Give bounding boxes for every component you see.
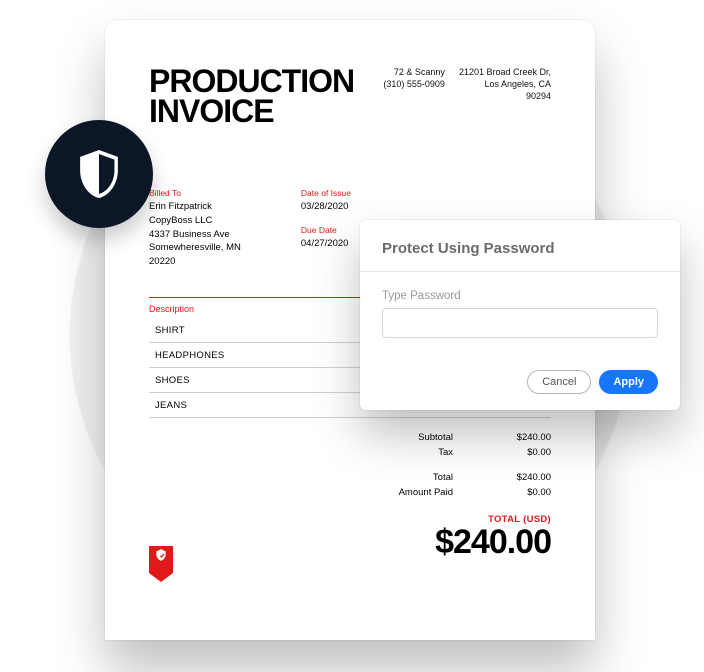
item-name: HEADPHONES [149, 350, 331, 361]
billed-to: Billed To Erin Fitzpatrick CopyBoss LLC … [149, 187, 241, 269]
total-value: $240.00 [471, 472, 551, 483]
cancel-button[interactable]: Cancel [527, 370, 591, 394]
amount-paid-value: $0.00 [471, 487, 551, 498]
item-name: SHIRT [149, 325, 331, 336]
due-date-label: Due Date [301, 224, 351, 236]
billed-name: Erin Fitzpatrick [149, 200, 241, 214]
protect-password-dialog: Protect Using Password Type Password Can… [360, 220, 680, 410]
invoice-title-line2: INVOICE [149, 96, 354, 126]
date-of-issue-value: 03/28/2020 [301, 200, 351, 214]
dialog-divider [360, 271, 680, 272]
billed-company: CopyBoss LLC [149, 214, 241, 228]
shield-icon [45, 120, 153, 228]
subtotal-label: Subtotal [351, 432, 471, 443]
billed-city: Somewheresville, MN [149, 241, 241, 255]
total-label: Total [351, 472, 471, 483]
item-name: SHOES [149, 375, 331, 386]
billed-street: 4337 Business Ave [149, 228, 241, 242]
amount-paid-label: Amount Paid [351, 487, 471, 498]
vendor-address: 72 & Scanny (310) 555-0909 21201 Broad C… [383, 66, 551, 102]
tax-label: Tax [351, 447, 471, 458]
totals: Subtotal $240.00 Tax $0.00 Total $240.00… [149, 430, 551, 500]
invoice-title-line1: PRODUCTION [149, 66, 354, 96]
subtotal-value: $240.00 [471, 432, 551, 443]
vendor-city: Los Angeles, CA [484, 78, 551, 90]
password-field-label: Type Password [382, 290, 658, 302]
billed-zip: 20220 [149, 255, 241, 269]
invoice-title: PRODUCTION INVOICE [149, 66, 354, 127]
apply-button[interactable]: Apply [599, 370, 658, 394]
password-input[interactable] [382, 308, 658, 338]
vendor-name: 72 & Scanny [394, 66, 445, 78]
vendor-street: 21201 Broad Creek Dr, [459, 66, 551, 78]
pdf-badge-icon [149, 546, 173, 582]
date-of-issue-label: Date of Issue [301, 187, 351, 199]
grand-total-value: $240.00 [149, 523, 551, 562]
tax-value: $0.00 [471, 447, 551, 458]
grand-total: TOTAL (USD) $240.00 [149, 514, 551, 562]
vendor-phone: (310) 555-0909 [383, 78, 445, 90]
vendor-zip: 90294 [526, 90, 551, 102]
item-name: JEANS [149, 400, 331, 411]
dialog-title: Protect Using Password [382, 240, 658, 257]
billed-to-label: Billed To [149, 187, 241, 199]
due-date-value: 04/27/2020 [301, 237, 351, 251]
